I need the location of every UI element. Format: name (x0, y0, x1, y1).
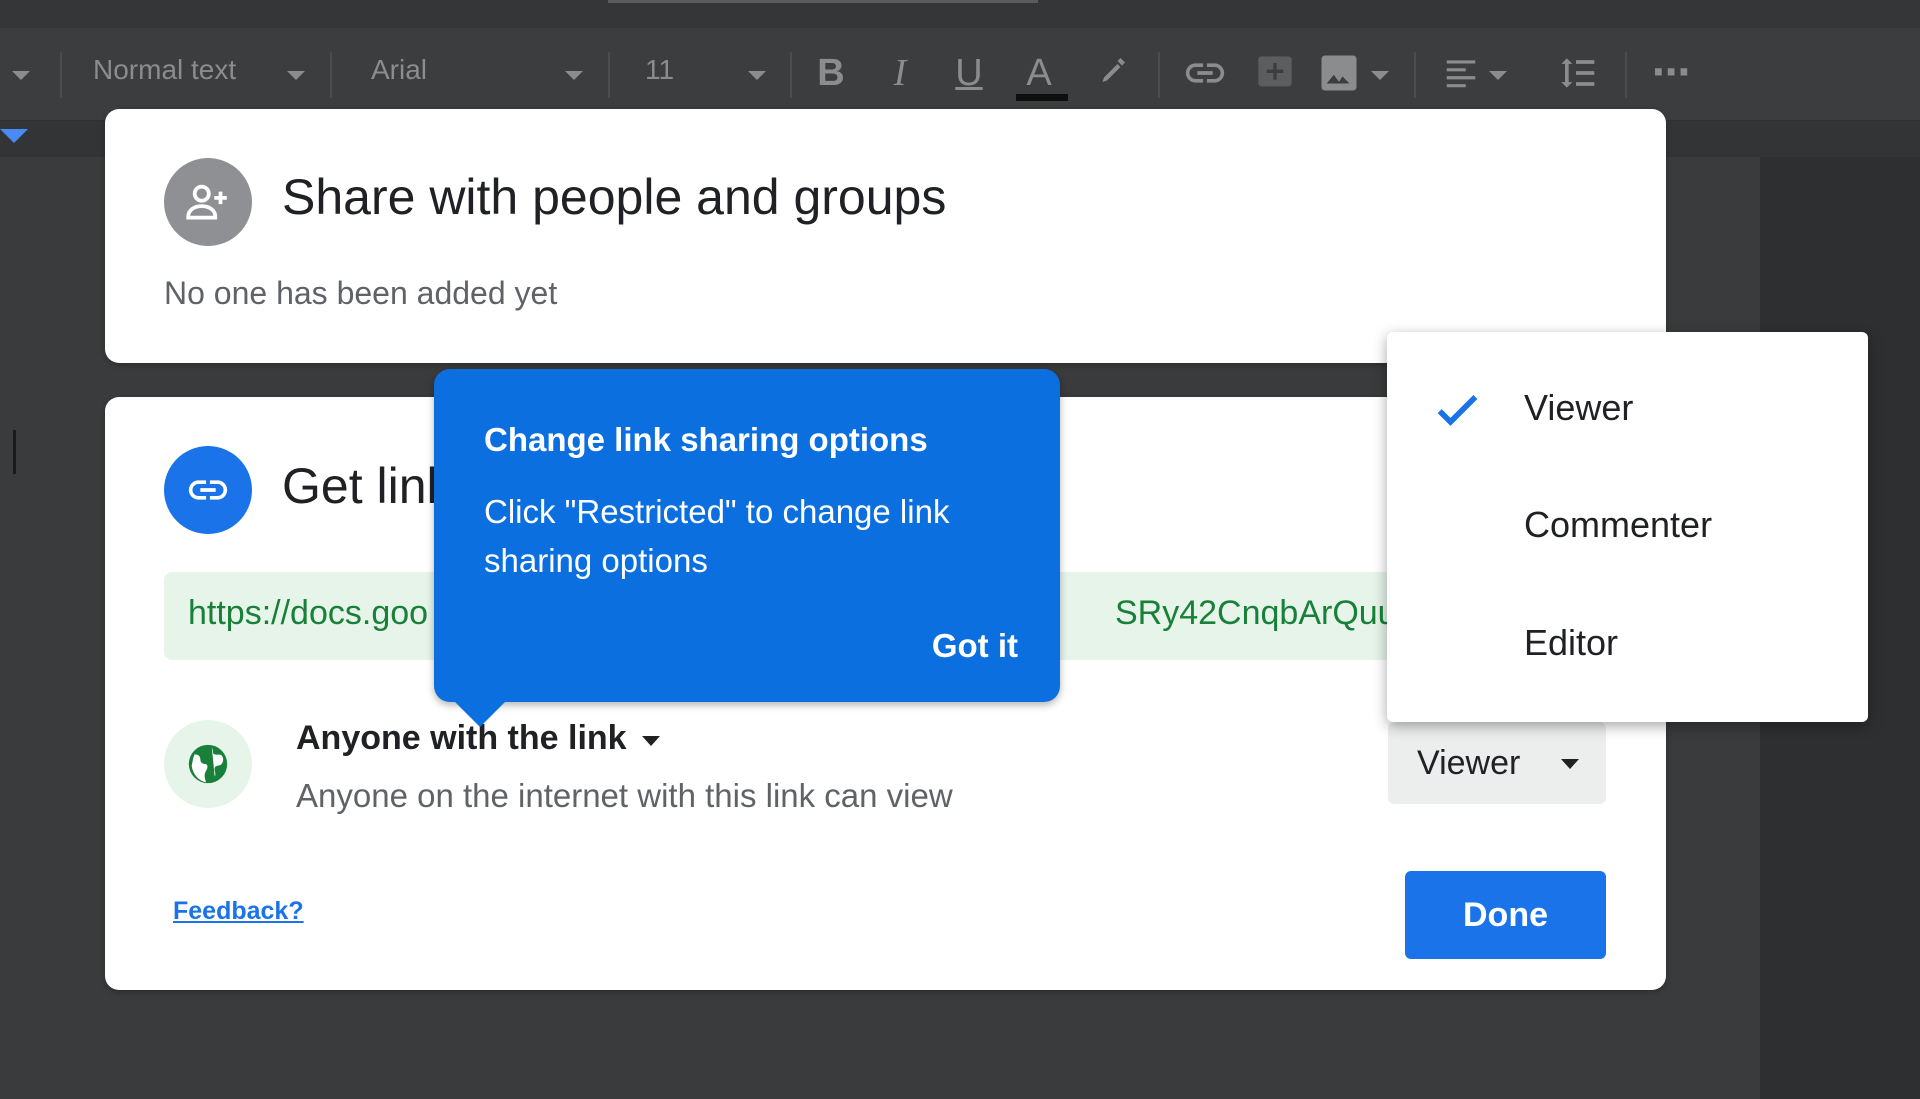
indent-marker[interactable] (0, 129, 28, 143)
font-family-select[interactable]: Arial (371, 54, 427, 86)
toolbar-divider (330, 52, 332, 98)
text-color-letter: A (1026, 52, 1052, 94)
role-select-label: Viewer (1417, 744, 1521, 782)
top-strip (0, 0, 1920, 28)
chevron-down-icon[interactable] (12, 71, 30, 80)
bold-icon[interactable]: B (808, 50, 854, 96)
title-underline (608, 0, 1038, 3)
done-button[interactable]: Done (1405, 871, 1606, 959)
tooltip-body: Click "Restricted" to change link sharin… (484, 493, 950, 579)
role-select-button[interactable]: Viewer (1388, 722, 1606, 804)
toolbar-divider (790, 52, 792, 98)
chevron-down-icon[interactable] (748, 71, 766, 80)
text-color-icon[interactable]: A (1016, 50, 1068, 101)
menu-item-viewer[interactable]: Viewer (1524, 387, 1633, 429)
text-cursor (13, 430, 16, 474)
link-sharing-tooltip: Change link sharing options Click "Restr… (434, 369, 1060, 727)
more-options-icon[interactable]: ⋯ (1648, 50, 1694, 96)
chevron-down-icon[interactable] (287, 71, 305, 80)
align-left-icon[interactable] (1438, 50, 1484, 96)
menu-item-editor[interactable]: Editor (1524, 622, 1618, 664)
share-title: Share with people and groups (282, 169, 947, 225)
line-spacing-icon[interactable] (1553, 50, 1599, 96)
tooltip-title: Change link sharing options (484, 421, 928, 458)
got-it-button[interactable]: Got it (932, 627, 1018, 665)
tooltip-arrow (454, 701, 506, 727)
toolbar-divider (60, 52, 62, 98)
chevron-down-icon[interactable] (1489, 71, 1507, 80)
chevron-down-icon (1561, 759, 1579, 769)
italic-icon[interactable]: I (877, 50, 923, 96)
highlighter-icon[interactable] (1090, 50, 1136, 96)
toolbar-divider (1158, 52, 1160, 98)
share-url-start: https://docs.goo (188, 594, 429, 632)
role-menu: Viewer Commenter Editor (1387, 332, 1868, 722)
toolbar-divider (1625, 52, 1627, 98)
feedback-link[interactable]: Feedback? (173, 897, 304, 926)
chevron-down-icon[interactable] (642, 736, 660, 746)
share-url-end: SRy42CnqbArQuuSz… (1115, 594, 1404, 632)
globe-icon (164, 720, 252, 808)
chevron-down-icon[interactable] (1371, 71, 1389, 80)
insert-link-icon[interactable] (1182, 50, 1228, 96)
share-empty-text: No one has been added yet (164, 275, 558, 311)
checkmark-icon (1437, 395, 1478, 426)
insert-comment-icon[interactable] (1252, 50, 1298, 96)
editor-toolbar: Normal text Arial 11 B I U A ⋯ (0, 28, 1920, 121)
font-size-select[interactable]: 11 (645, 54, 674, 86)
menu-item-commenter[interactable]: Commenter (1524, 504, 1712, 546)
toolbar-divider (608, 52, 610, 98)
get-link-title: Get link (282, 458, 452, 514)
underline-icon[interactable]: U (946, 50, 992, 96)
insert-image-icon[interactable] (1316, 50, 1362, 96)
text-color-swatch (1016, 94, 1068, 101)
chevron-down-icon[interactable] (565, 71, 583, 80)
paragraph-style-select[interactable]: Normal text (93, 54, 236, 86)
toolbar-divider (1414, 52, 1416, 98)
add-person-icon (164, 158, 252, 246)
link-access-description: Anyone on the internet with this link ca… (296, 777, 953, 814)
link-icon (164, 446, 252, 534)
share-people-card: Share with people and groups No one has … (105, 109, 1666, 363)
